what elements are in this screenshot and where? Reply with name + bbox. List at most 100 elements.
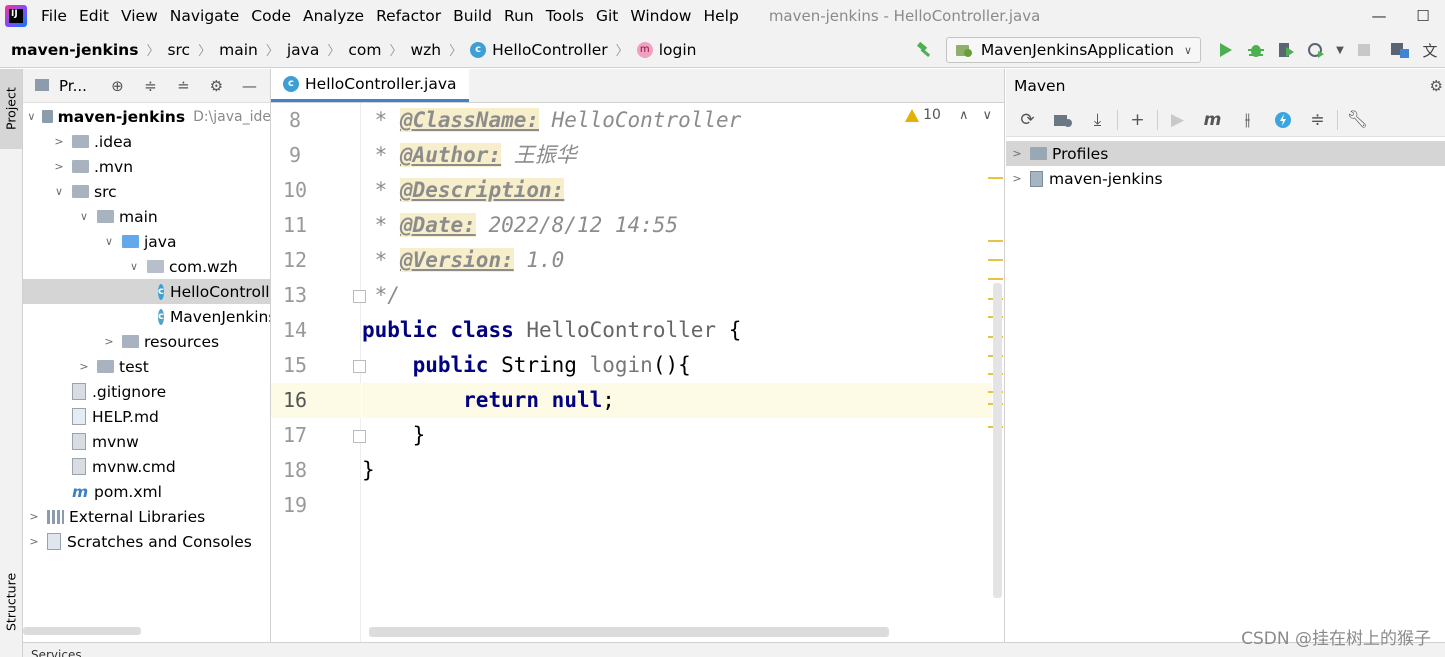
- toolbar-separator: [1117, 109, 1118, 130]
- run-maven-icon[interactable]: ▶: [1160, 103, 1195, 137]
- chevron-down-icon[interactable]: ∨: [52, 185, 66, 198]
- execute-goal-icon[interactable]: m: [1195, 103, 1230, 137]
- breadcrumb-java[interactable]: java: [287, 41, 319, 59]
- gear-icon[interactable]: ⚙: [200, 77, 233, 95]
- tree-item-maven-jenkins[interactable]: ∨ maven-jenkins D:\java_ide: [23, 104, 270, 129]
- breadcrumb-method[interactable]: m login: [636, 41, 696, 59]
- menu-window[interactable]: Window: [624, 7, 697, 25]
- project-tool-tab-label: Project: [3, 87, 19, 131]
- tree-item-pom-xml[interactable]: m pom.xml: [23, 479, 270, 504]
- menu-navigate[interactable]: Navigate: [164, 7, 246, 25]
- collapse-all-icon[interactable]: ≐: [167, 77, 200, 95]
- tree-item-mvnw-cmd[interactable]: mvnw.cmd: [23, 454, 270, 479]
- profiler-icon[interactable]: [1301, 32, 1331, 68]
- locate-file-icon[interactable]: ⊕: [101, 77, 134, 95]
- chevron-down-icon[interactable]: ∨: [27, 110, 36, 123]
- menu-code[interactable]: Code: [245, 7, 297, 25]
- tree-item-mavenjenkinsapplication[interactable]: c MavenJenkinsApplication: [23, 304, 270, 329]
- chevron-right-icon[interactable]: >: [1010, 147, 1024, 160]
- vertical-scrollbar[interactable]: [993, 283, 1002, 598]
- tree-item-scratches-and-consoles[interactable]: > Scratches and Consoles: [23, 529, 270, 554]
- download-icon[interactable]: ⤓: [1080, 103, 1115, 137]
- inspections-widget[interactable]: 10 ∧ ∨: [905, 107, 992, 123]
- menu-build[interactable]: Build: [447, 7, 498, 25]
- menu-analyze[interactable]: Analyze: [297, 7, 370, 25]
- add-icon[interactable]: +: [1120, 103, 1155, 137]
- chevron-right-icon[interactable]: >: [27, 535, 41, 548]
- tree-item-src[interactable]: ∨ src: [23, 179, 270, 204]
- warning-mark[interactable]: [988, 240, 1003, 242]
- editor-tab-hellocontroller[interactable]: c HelloController.java: [271, 68, 469, 102]
- hammer-icon[interactable]: [910, 32, 940, 68]
- toggle-offline-icon[interactable]: ⫲: [1230, 103, 1265, 137]
- run-icon[interactable]: [1211, 32, 1241, 68]
- skip-tests-icon[interactable]: [1265, 103, 1300, 137]
- warning-mark[interactable]: [988, 177, 1003, 179]
- debug-icon[interactable]: [1241, 32, 1271, 68]
- breadcrumb-wzh[interactable]: wzh: [410, 41, 441, 59]
- chevron-down-icon[interactable]: ∨: [127, 260, 141, 273]
- maven-tree-item-profiles[interactable]: > Profiles: [1006, 141, 1445, 166]
- tree-item-java[interactable]: ∨ java: [23, 229, 270, 254]
- tree-item-help-md[interactable]: HELP.md: [23, 404, 270, 429]
- translate-icon[interactable]: 文: [1415, 32, 1445, 68]
- services-tool-tab[interactable]: Services: [31, 648, 82, 657]
- chevron-right-icon[interactable]: >: [52, 160, 66, 173]
- tree-item-external-libraries[interactable]: > External Libraries: [23, 504, 270, 529]
- tree-item-idea[interactable]: > .idea: [23, 129, 270, 154]
- maximize-button[interactable]: ☐: [1401, 0, 1445, 32]
- menu-edit[interactable]: Edit: [73, 7, 115, 25]
- menu-tools[interactable]: Tools: [540, 7, 590, 25]
- project-tool-tab[interactable]: Project: [0, 69, 22, 149]
- intellij-logo-icon[interactable]: IJ: [5, 5, 27, 27]
- project-view-select[interactable]: Pr...: [59, 77, 87, 95]
- breadcrumb-project[interactable]: maven-jenkins: [11, 41, 138, 59]
- tree-item-resources[interactable]: > resources: [23, 329, 270, 354]
- menu-git[interactable]: Git: [590, 7, 624, 25]
- previous-highlight-icon[interactable]: ∧: [959, 108, 969, 123]
- breadcrumb-src[interactable]: src: [167, 41, 190, 59]
- horizontal-scrollbar[interactable]: [369, 627, 889, 637]
- breadcrumb-main[interactable]: main: [219, 41, 258, 59]
- coverage-icon[interactable]: [1271, 32, 1301, 68]
- expand-all-icon[interactable]: ≑: [134, 77, 167, 95]
- stop-icon[interactable]: [1349, 32, 1379, 68]
- tree-item-hellocontroller[interactable]: c HelloController: [23, 279, 270, 304]
- menu-run[interactable]: Run: [498, 7, 540, 25]
- tree-item-test[interactable]: > test: [23, 354, 270, 379]
- maven-tree-item-project[interactable]: > maven-jenkins: [1006, 166, 1445, 191]
- warning-mark[interactable]: [988, 278, 1003, 280]
- tree-item-main[interactable]: ∨ main: [23, 204, 270, 229]
- tree-item-com-wzh[interactable]: ∨ com.wzh: [23, 254, 270, 279]
- structure-tool-tab[interactable]: Structure: [0, 557, 22, 647]
- breadcrumb-class[interactable]: c HelloController: [470, 41, 608, 59]
- settings-wrench-icon[interactable]: 🔧︎: [1340, 103, 1375, 137]
- chevron-right-icon[interactable]: >: [102, 335, 116, 348]
- chevron-right-icon[interactable]: >: [1010, 172, 1024, 185]
- tree-item-mvnw[interactable]: mvnw: [23, 429, 270, 454]
- chevron-down-icon[interactable]: ∨: [77, 210, 91, 223]
- code-area[interactable]: * @ClassName: HelloController * @Author:…: [362, 103, 992, 657]
- project-structure-icon[interactable]: [1385, 32, 1415, 68]
- menu-view[interactable]: View: [115, 7, 164, 25]
- menu-refactor[interactable]: Refactor: [370, 7, 447, 25]
- more-icon[interactable]: ▼: [1331, 32, 1349, 68]
- tree-item-gitignore[interactable]: .gitignore: [23, 379, 270, 404]
- chevron-right-icon[interactable]: >: [27, 510, 41, 523]
- tree-item-mvn[interactable]: > .mvn: [23, 154, 270, 179]
- menu-file[interactable]: File: [35, 7, 73, 25]
- hide-panel-icon[interactable]: —: [233, 77, 266, 95]
- reload-icon[interactable]: ⟳: [1010, 103, 1045, 137]
- collapse-icon[interactable]: ≑: [1300, 103, 1335, 137]
- gear-icon[interactable]: ⚙: [1430, 77, 1443, 95]
- chevron-down-icon[interactable]: ∨: [102, 235, 116, 248]
- minimize-button[interactable]: —: [1357, 0, 1401, 32]
- chevron-right-icon[interactable]: >: [52, 135, 66, 148]
- warning-mark[interactable]: [988, 259, 1003, 261]
- menu-help[interactable]: Help: [697, 7, 744, 25]
- run-configuration-select[interactable]: MavenJenkinsApplication ∨: [945, 37, 1201, 63]
- chevron-right-icon[interactable]: >: [77, 360, 91, 373]
- horizontal-scrollbar[interactable]: [23, 627, 141, 635]
- breadcrumb-com[interactable]: com: [348, 41, 381, 59]
- generate-sources-icon[interactable]: [1045, 103, 1080, 137]
